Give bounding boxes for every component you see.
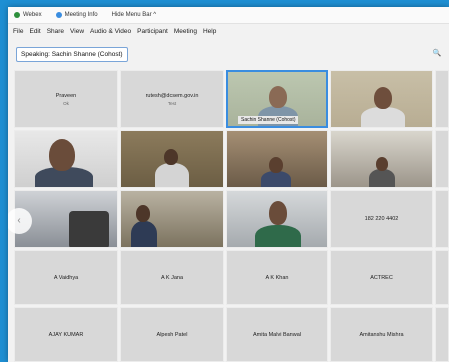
menu-meeting[interactable]: Meeting bbox=[174, 28, 197, 35]
menu-audio-video[interactable]: Audio & Video bbox=[90, 28, 131, 35]
participant-video[interactable] bbox=[226, 130, 328, 188]
participant-tile[interactable]: Praveen Ok bbox=[14, 70, 118, 128]
participant-face bbox=[269, 157, 283, 173]
participant-tile[interactable]: AJAY KUMAR bbox=[14, 307, 118, 362]
participant-figure bbox=[369, 169, 395, 187]
hide-menu-bar-button[interactable]: Hide Menu Bar ^ bbox=[112, 12, 157, 18]
menu-participant[interactable]: Participant bbox=[137, 28, 168, 35]
webex-window: Webex Meeting Info Hide Menu Bar ^ File … bbox=[8, 7, 449, 362]
chevron-left-icon: ‹ bbox=[17, 215, 21, 226]
participant-face bbox=[269, 201, 287, 225]
participant-tile[interactable] bbox=[435, 307, 449, 362]
participant-name: Amita Malvi Banwal bbox=[253, 331, 301, 338]
participant-figure bbox=[155, 163, 189, 187]
participant-face bbox=[376, 157, 388, 171]
active-speaker-video[interactable]: Sachin Shanne (Cohost) bbox=[226, 70, 328, 128]
meeting-info-label: Meeting Info bbox=[64, 12, 98, 18]
participant-face bbox=[164, 149, 178, 165]
participant-tile[interactable]: rutesh@dcsem.gov.in Test bbox=[120, 70, 224, 128]
participant-video[interactable] bbox=[120, 190, 224, 248]
participant-name: Alpesh Patel bbox=[156, 331, 188, 338]
menu-edit[interactable]: Edit bbox=[29, 28, 40, 35]
participant-name: 182 220 4402 bbox=[364, 216, 399, 222]
room-window bbox=[69, 211, 109, 247]
menu-share[interactable]: Share bbox=[47, 28, 64, 35]
participant-figure bbox=[255, 225, 301, 247]
participant-tile[interactable]: Alpesh Patel bbox=[120, 307, 224, 362]
app-name: Webex bbox=[23, 12, 42, 18]
participant-video[interactable] bbox=[330, 70, 433, 128]
speaking-indicator: Speaking: Sachin Shanne (Cohost) bbox=[16, 47, 128, 62]
participant-face bbox=[136, 205, 150, 222]
participant-tile[interactable]: A K Jana bbox=[120, 250, 224, 305]
menu-view[interactable]: View bbox=[70, 28, 84, 35]
participant-face bbox=[49, 139, 75, 171]
participant-figure bbox=[361, 107, 405, 127]
participant-name: A K Jana bbox=[160, 274, 184, 281]
participant-grid: Praveen Ok rutesh@dcsem.gov.in Test Sach… bbox=[14, 70, 449, 362]
participant-face bbox=[269, 86, 287, 108]
search-icon[interactable]: 🔍 bbox=[431, 48, 443, 60]
menu-help[interactable]: Help bbox=[203, 28, 216, 35]
hide-menu-label: Hide Menu Bar ^ bbox=[111, 12, 157, 18]
participant-name: ACTREC bbox=[370, 274, 393, 281]
webex-app-menu[interactable]: Webex bbox=[14, 12, 42, 18]
participant-status: Test bbox=[167, 100, 177, 106]
participant-video[interactable] bbox=[14, 130, 118, 188]
participant-name: A K Khan bbox=[265, 274, 289, 281]
participant-name: Praveen bbox=[55, 92, 77, 99]
participant-video[interactable] bbox=[120, 130, 224, 188]
participant-status: Ok bbox=[63, 100, 69, 106]
participant-face bbox=[374, 87, 392, 109]
webex-logo-icon bbox=[14, 12, 20, 18]
participant-tile[interactable]: A Vaidhya bbox=[14, 250, 118, 305]
menu-file[interactable]: File bbox=[13, 28, 23, 35]
participant-video[interactable] bbox=[330, 130, 433, 188]
title-bar: Webex Meeting Info Hide Menu Bar ^ bbox=[8, 7, 449, 24]
speaker-nameplate: Sachin Shanne (Cohost) bbox=[238, 116, 299, 124]
participant-tile[interactable]: ACTREC bbox=[330, 250, 433, 305]
menu-bar: File Edit Share View Audio & Video Parti… bbox=[8, 24, 449, 38]
participant-tile[interactable]: 182 220 4402 bbox=[330, 190, 433, 248]
participant-name: A Vaidhya bbox=[53, 274, 79, 281]
participant-tile[interactable] bbox=[435, 130, 449, 188]
participant-figure bbox=[131, 221, 157, 247]
participant-tile[interactable] bbox=[435, 250, 449, 305]
participant-tile[interactable]: A K Khan bbox=[226, 250, 328, 305]
participant-tile[interactable] bbox=[435, 70, 449, 128]
participant-tile[interactable]: Amita Malvi Banwal bbox=[226, 307, 328, 362]
meeting-info-button[interactable]: Meeting Info bbox=[55, 12, 98, 18]
participant-name: AJAY KUMAR bbox=[48, 331, 84, 338]
participant-figure bbox=[261, 171, 291, 187]
participant-name: rutesh@dcsem.gov.in bbox=[145, 92, 199, 99]
participant-video[interactable] bbox=[226, 190, 328, 248]
participant-tile[interactable] bbox=[435, 190, 449, 248]
info-icon bbox=[55, 12, 62, 18]
participant-tile[interactable]: Amitanshu Mishra bbox=[330, 307, 433, 362]
participant-name: Amitanshu Mishra bbox=[359, 331, 404, 338]
